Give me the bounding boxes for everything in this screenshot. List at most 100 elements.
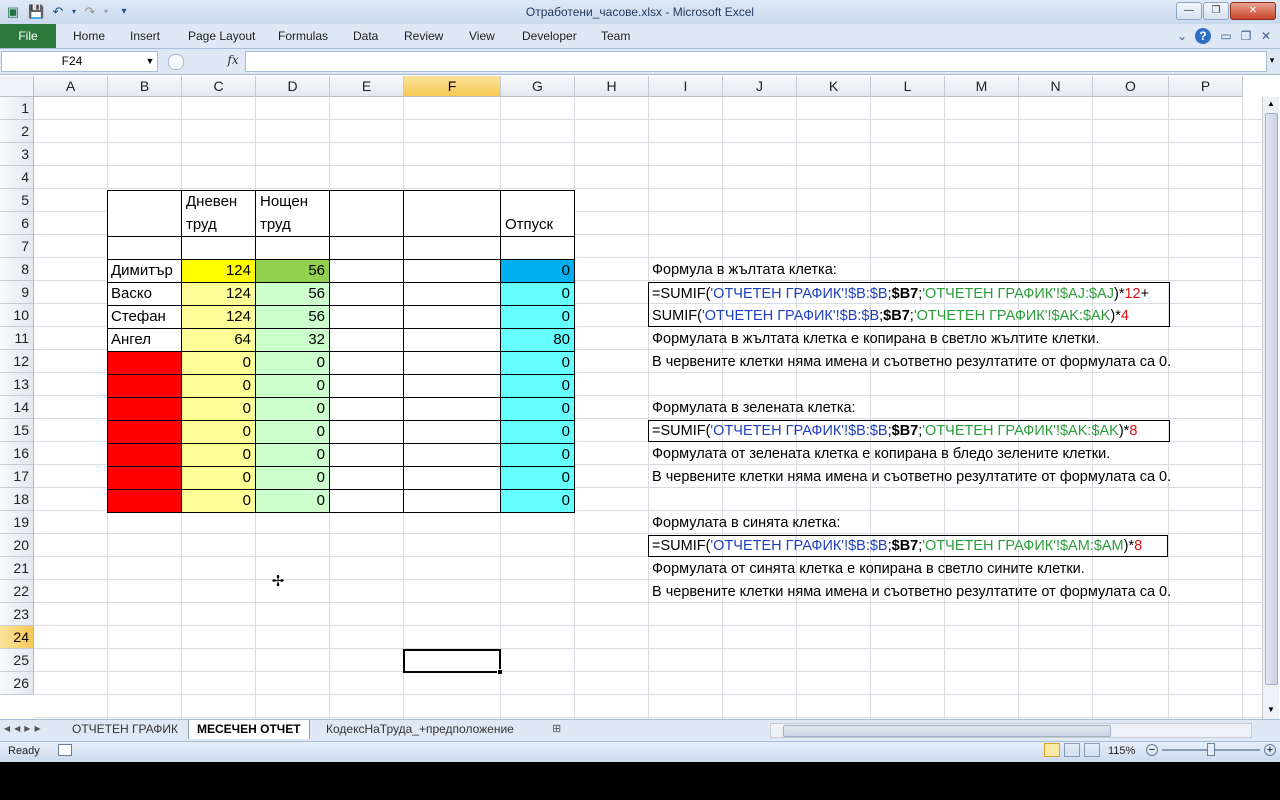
- table-row-empty-e[interactable]: [329, 420, 404, 444]
- sheet-tab-kodeks[interactable]: КодексНаТруда_+предположение: [318, 720, 522, 739]
- row-header-5[interactable]: 5: [0, 189, 34, 212]
- redo-dropdown-icon[interactable]: ▾: [98, 4, 114, 20]
- table-row-day[interactable]: 0: [181, 420, 256, 444]
- table-row-night[interactable]: 0: [255, 466, 330, 490]
- table-row-leave[interactable]: 0: [500, 259, 575, 283]
- table-row-night[interactable]: 0: [255, 489, 330, 513]
- table-row-name[interactable]: [107, 420, 182, 444]
- row-header-22[interactable]: 22: [0, 580, 34, 603]
- column-header-h[interactable]: H: [575, 76, 649, 97]
- page-break-view-icon[interactable]: [1084, 743, 1100, 757]
- row-header-10[interactable]: 10: [0, 304, 34, 327]
- table-row-leave[interactable]: 0: [500, 374, 575, 398]
- row-header-26[interactable]: 26: [0, 672, 34, 695]
- column-header-b[interactable]: B: [108, 76, 182, 97]
- scroll-up-icon[interactable]: ▲: [1263, 97, 1279, 111]
- table-row-leave[interactable]: 0: [500, 351, 575, 375]
- row-header-21[interactable]: 21: [0, 557, 34, 580]
- column-header-e[interactable]: E: [330, 76, 404, 97]
- table-row-empty-e[interactable]: [329, 351, 404, 375]
- row-header-9[interactable]: 9: [0, 281, 34, 304]
- table-row-empty-f[interactable]: [403, 443, 501, 467]
- tab-page-layout[interactable]: Page Layout: [188, 24, 255, 48]
- vertical-scroll-thumb[interactable]: [1265, 113, 1278, 685]
- tab-home[interactable]: Home: [73, 24, 105, 48]
- table-row-leave[interactable]: 0: [500, 420, 575, 444]
- table-row-leave[interactable]: 80: [500, 328, 575, 352]
- tab-view[interactable]: View: [469, 24, 495, 48]
- sheet-nav-icon[interactable]: ◀◀▶▶: [4, 722, 60, 736]
- row-header-13[interactable]: 13: [0, 373, 34, 396]
- table-row-empty-f[interactable]: [403, 420, 501, 444]
- scroll-down-icon[interactable]: ▼: [1263, 703, 1279, 717]
- table-row-empty-f[interactable]: [403, 282, 501, 306]
- column-header-n[interactable]: N: [1019, 76, 1093, 97]
- table-row-day[interactable]: 0: [181, 397, 256, 421]
- table-row-empty-e[interactable]: [329, 466, 404, 490]
- row-header-25[interactable]: 25: [0, 649, 34, 672]
- column-header-d[interactable]: D: [256, 76, 330, 97]
- row-header-1[interactable]: 1: [0, 97, 34, 120]
- column-header-i[interactable]: I: [649, 76, 723, 97]
- undo-icon[interactable]: ↶: [50, 4, 66, 20]
- ribbon-minimize-icon[interactable]: ▭: [1218, 28, 1234, 44]
- table-row-empty-f[interactable]: [403, 466, 501, 490]
- row-header-24[interactable]: 24: [0, 626, 34, 649]
- formula-bar-handle-icon[interactable]: [168, 54, 184, 70]
- help-icon[interactable]: ?: [1195, 28, 1211, 44]
- chevron-down-icon[interactable]: ⌄: [1174, 28, 1190, 44]
- table-row-name[interactable]: Димитър: [107, 259, 182, 283]
- table-row-name[interactable]: Стефан: [107, 305, 182, 329]
- row-header-20[interactable]: 20: [0, 534, 34, 557]
- tab-data[interactable]: Data: [353, 24, 378, 48]
- table-row-leave[interactable]: 0: [500, 282, 575, 306]
- table-row-day[interactable]: 124: [181, 305, 256, 329]
- table-row-name[interactable]: [107, 397, 182, 421]
- sheet-tab-otcheten-grafik[interactable]: ОТЧЕТЕН ГРАФИК: [64, 720, 186, 739]
- column-header-g[interactable]: G: [501, 76, 575, 97]
- table-row-empty-f[interactable]: [403, 305, 501, 329]
- new-sheet-icon[interactable]: ⊞: [552, 722, 570, 736]
- column-header-a[interactable]: A: [34, 76, 108, 97]
- row-header-8[interactable]: 8: [0, 258, 34, 281]
- table-row-empty-e[interactable]: [329, 374, 404, 398]
- table-row-leave[interactable]: 0: [500, 489, 575, 513]
- table-row-empty-f[interactable]: [403, 489, 501, 513]
- row-header-3[interactable]: 3: [0, 143, 34, 166]
- horizontal-scrollbar[interactable]: [770, 723, 1252, 738]
- table-row-day[interactable]: 0: [181, 351, 256, 375]
- table-row-name[interactable]: [107, 374, 182, 398]
- column-header-l[interactable]: L: [871, 76, 945, 97]
- table-row-name[interactable]: [107, 351, 182, 375]
- row-header-14[interactable]: 14: [0, 396, 34, 419]
- ribbon-close-icon[interactable]: ✕: [1258, 28, 1274, 44]
- column-header-k[interactable]: K: [797, 76, 871, 97]
- table-row-night[interactable]: 56: [255, 282, 330, 306]
- table-row-empty-e[interactable]: [329, 259, 404, 283]
- zoom-in-icon[interactable]: +: [1264, 744, 1276, 756]
- column-header-p[interactable]: P: [1169, 76, 1243, 97]
- row-header-4[interactable]: 4: [0, 166, 34, 189]
- sheet-tab-mesechen-otchet[interactable]: МЕСЕЧЕН ОТЧЕТ: [188, 720, 310, 739]
- tab-team[interactable]: Team: [601, 24, 630, 48]
- table-row-night[interactable]: 56: [255, 259, 330, 283]
- undo-dropdown-icon[interactable]: ▾: [66, 4, 82, 20]
- table-row-leave[interactable]: 0: [500, 466, 575, 490]
- column-header-j[interactable]: J: [723, 76, 797, 97]
- row-header-15[interactable]: 15: [0, 419, 34, 442]
- tab-review[interactable]: Review: [404, 24, 443, 48]
- tab-insert[interactable]: Insert: [130, 24, 160, 48]
- restore-icon[interactable]: ❐: [1203, 2, 1229, 20]
- table-row-day[interactable]: 0: [181, 489, 256, 513]
- table-row-night[interactable]: 56: [255, 305, 330, 329]
- table-row-night[interactable]: 32: [255, 328, 330, 352]
- row-header-7[interactable]: 7: [0, 235, 34, 258]
- table-row-name[interactable]: Васко: [107, 282, 182, 306]
- redo-icon[interactable]: ↷: [82, 4, 98, 20]
- insert-function-icon[interactable]: fx: [222, 51, 244, 70]
- table-row-leave[interactable]: 0: [500, 443, 575, 467]
- table-row-empty-f[interactable]: [403, 351, 501, 375]
- select-all-corner[interactable]: [0, 76, 34, 97]
- tab-formulas[interactable]: Formulas: [278, 24, 328, 48]
- formula-expand-icon[interactable]: ▾: [1266, 52, 1278, 69]
